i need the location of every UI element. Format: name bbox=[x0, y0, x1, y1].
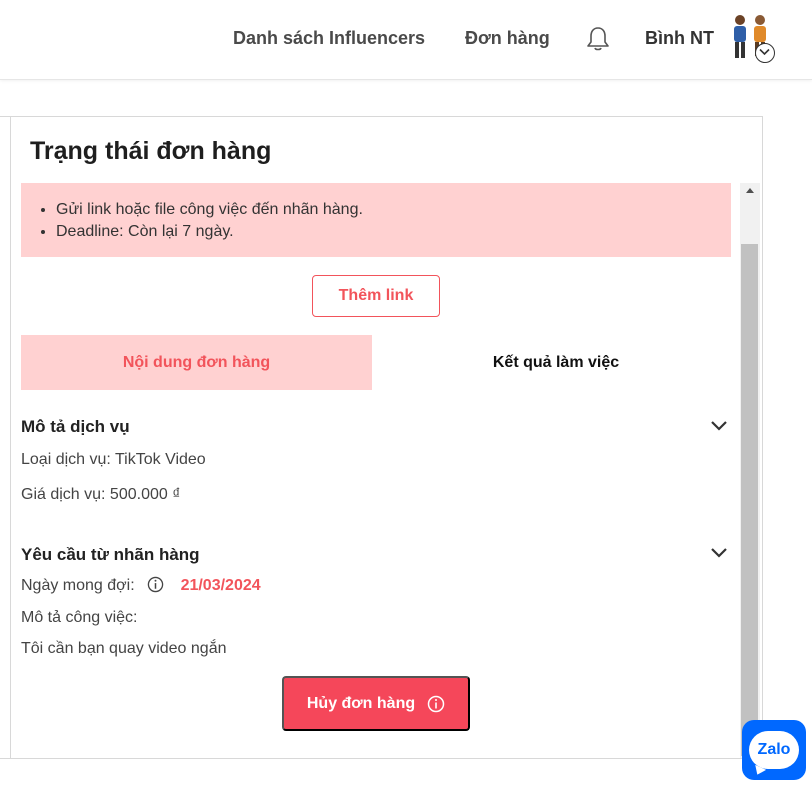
instruction-notice: Gửi link hoặc file công việc đến nhãn hà… bbox=[21, 183, 731, 257]
zalo-chat-widget[interactable]: Zalo bbox=[742, 720, 806, 780]
zalo-label: Zalo bbox=[757, 741, 791, 758]
nav-orders-link[interactable]: Đơn hàng bbox=[465, 28, 550, 49]
tab-order-content[interactable]: Nội dung đơn hàng bbox=[21, 335, 372, 390]
bell-icon[interactable] bbox=[584, 24, 612, 52]
service-section-title[interactable]: Mô tả dịch vụ bbox=[21, 417, 130, 437]
top-navbar: Danh sách Influencers Đơn hàng Bình NT bbox=[0, 0, 812, 80]
scroll-up-arrow-icon[interactable] bbox=[746, 188, 754, 193]
notice-item: Gửi link hoặc file công việc đến nhãn hà… bbox=[56, 199, 363, 221]
expected-date-value: 21/03/2024 bbox=[180, 577, 261, 594]
service-price: Giá dịch vụ: 500.000 ₫ bbox=[21, 486, 181, 503]
panel-title: Trạng thái đơn hàng bbox=[30, 137, 272, 165]
chevron-down-icon[interactable] bbox=[710, 547, 728, 559]
cancel-order-button[interactable]: Hủy đơn hàng bbox=[282, 676, 470, 731]
tab-work-results[interactable]: Kết quả làm việc bbox=[372, 335, 740, 390]
cancel-order-label: Hủy đơn hàng bbox=[306, 694, 416, 712]
nav-influencers-link[interactable]: Danh sách Influencers bbox=[233, 28, 425, 49]
zalo-icon: Zalo bbox=[749, 731, 799, 778]
chevron-down-icon[interactable] bbox=[710, 420, 728, 432]
info-icon[interactable] bbox=[147, 576, 164, 593]
user-menu-chevron-icon[interactable] bbox=[755, 43, 775, 63]
add-link-button[interactable]: Thêm link bbox=[312, 275, 440, 317]
job-desc-value: Tôi cần bạn quay video ngắn bbox=[21, 640, 227, 657]
info-icon bbox=[427, 695, 445, 712]
service-type: Loại dịch vụ: TikTok Video bbox=[21, 451, 206, 468]
expected-date-label: Ngày mong đợi: bbox=[21, 577, 135, 594]
request-section-title[interactable]: Yêu cầu từ nhãn hàng bbox=[21, 545, 200, 565]
notice-item: Deadline: Còn lại 7 ngày. bbox=[56, 221, 363, 243]
left-panel-edge bbox=[0, 116, 10, 759]
scrollbar-thumb[interactable] bbox=[741, 244, 758, 756]
user-name: Bình NT bbox=[645, 28, 714, 48]
job-desc-label: Mô tả công việc: bbox=[21, 609, 138, 626]
expected-date-row: Ngày mong đợi: 21/03/2024 bbox=[21, 576, 261, 595]
